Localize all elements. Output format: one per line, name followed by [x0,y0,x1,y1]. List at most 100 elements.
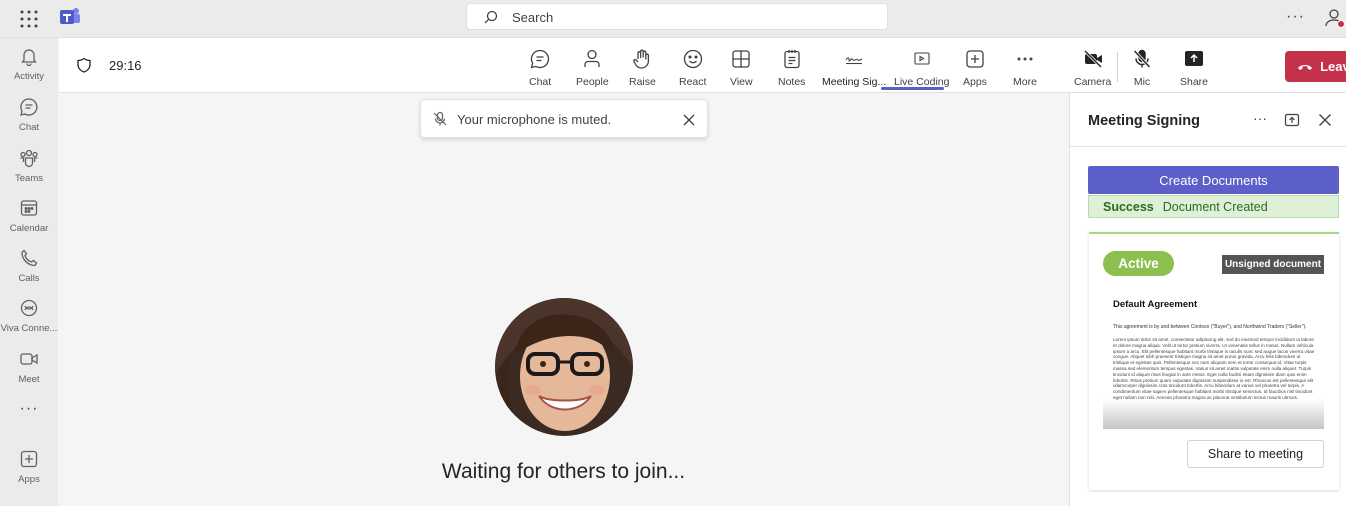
rail-item-calendar[interactable]: Calendar [0,198,58,244]
viva-icon [20,299,38,317]
rail-item-chat[interactable]: Chat [0,97,58,143]
meeting-timer: 29:16 [109,58,142,73]
apps-button[interactable]: Apps [963,48,987,88]
signature-icon [845,57,863,65]
status-badge: Active [1103,251,1174,276]
panel-title: Meeting Signing [1088,113,1200,129]
rail-label: Chat [18,122,40,133]
raise-hand-button[interactable]: Raise [629,48,656,88]
document-body: Lorem ipsum dolor sit amet, consectetur … [1113,337,1315,400]
add-app-icon [20,450,38,468]
hang-up-icon [1298,64,1313,70]
add-app-icon [966,50,984,68]
success-message: Document Created [1162,199,1268,214]
grid-view-icon [732,50,750,68]
leave-button[interactable]: Leave [1285,51,1346,82]
phone-icon [21,249,38,267]
rail-item-meet[interactable]: Meet [0,349,58,395]
document-title: Default Agreement [1113,299,1198,310]
meeting-signing-button[interactable]: Meeting Sig... [822,48,886,88]
toast-message: Your microphone is muted. [457,112,612,127]
react-button[interactable]: React [679,48,706,88]
more-icon: ··· [19,400,39,417]
app-rail: Activity Chat Teams Calendar Calls Viva … [0,38,58,506]
rail-item-apps[interactable]: Apps [0,449,58,495]
raise-hand-icon [633,49,650,69]
view-button[interactable]: View [730,48,753,88]
chat-icon [530,49,550,69]
react-label: React [679,76,707,88]
rail-label: Calls [18,273,40,284]
search-icon [484,10,498,24]
document-preview[interactable]: Default Agreement This agreement is by a… [1103,287,1324,429]
camera-button[interactable]: Camera [1074,48,1111,88]
rail-item-teams[interactable]: Teams [0,148,58,194]
share-to-meeting-button[interactable]: Share to meeting [1187,440,1324,468]
view-label: View [730,76,753,88]
notes-icon [784,50,800,69]
document-intro: This agreement is by and between Contoso… [1113,324,1307,330]
people-label: People [576,76,609,88]
chat-icon [20,98,38,116]
shield-icon[interactable] [76,57,92,73]
live-coding-button[interactable]: Live Coding [894,48,949,88]
rail-label: Calendar [9,223,49,234]
more-options-icon[interactable]: ··· [1286,8,1305,26]
mic-off-icon [432,111,448,127]
search-input[interactable]: Search [466,3,888,30]
rail-item-calls[interactable]: Calls [0,248,58,294]
profile-avatar[interactable] [1323,6,1345,28]
panel-more-icon[interactable]: ··· [1253,110,1267,126]
success-banner: Success Document Created [1088,195,1339,218]
success-label: Success [1103,199,1154,214]
live-coding-label: Live Coding [894,76,950,88]
more-label: More [1013,76,1037,88]
smiley-icon [683,49,702,69]
rail-item-viva[interactable]: Viva Conne... [0,298,58,344]
notes-button[interactable]: Notes [778,48,805,88]
apps-label: Apps [963,76,987,88]
calendar-icon [20,200,38,216]
raise-label: Raise [629,76,656,88]
share-screen-icon [1185,51,1204,66]
search-placeholder: Search [512,10,554,25]
close-icon[interactable] [683,114,695,126]
rail-label: Apps [18,474,40,485]
chat-label: Chat [529,76,552,88]
camera-label: Camera [1074,76,1112,88]
top-bar: Search ··· [0,0,1346,38]
notes-label: Notes [778,76,806,88]
live-coding-icon [914,52,930,65]
meeting-signing-panel: Meeting Signing ··· Create Documents Suc… [1069,93,1346,506]
teams-logo-icon [59,6,81,28]
more-button[interactable]: More [1013,48,1037,88]
create-documents-button[interactable]: Create Documents [1088,166,1339,194]
meeting-toolbar: 29:16 Chat People Raise React View Notes… [59,38,1346,93]
teams-icon [20,149,38,168]
mic-off-icon [1133,49,1151,69]
rail-label: Activity [13,71,45,82]
meeting-stage: Your microphone is muted. Waiting for ot… [59,93,1068,506]
rail-label: Viva Conne... [0,323,58,334]
close-icon[interactable] [1318,113,1332,127]
video-icon [20,353,38,365]
meeting-signing-label: Meeting Sig... [822,76,887,88]
rail-item-activity[interactable]: Activity [0,46,58,92]
bell-icon [21,49,37,66]
app-launcher-icon[interactable] [19,9,39,29]
waiting-message: Waiting for others to join... [441,460,686,483]
chat-button[interactable]: Chat [529,48,551,88]
more-icon [1017,57,1033,61]
rail-label: Meet [18,374,40,385]
people-button[interactable]: People [576,48,609,88]
share-button[interactable]: Share [1180,48,1208,88]
share-label: Share [1180,76,1209,88]
leave-label: Leave [1320,59,1346,74]
rail-item-more[interactable]: ··· [0,400,58,446]
popout-icon[interactable] [1284,112,1300,128]
mic-label: Mic [1133,76,1151,88]
mic-button[interactable]: Mic [1131,48,1153,88]
rail-label: Teams [15,173,43,184]
unsigned-badge: Unsigned document [1222,255,1324,274]
document-card: Active Unsigned document Default Agreeme… [1089,232,1339,490]
